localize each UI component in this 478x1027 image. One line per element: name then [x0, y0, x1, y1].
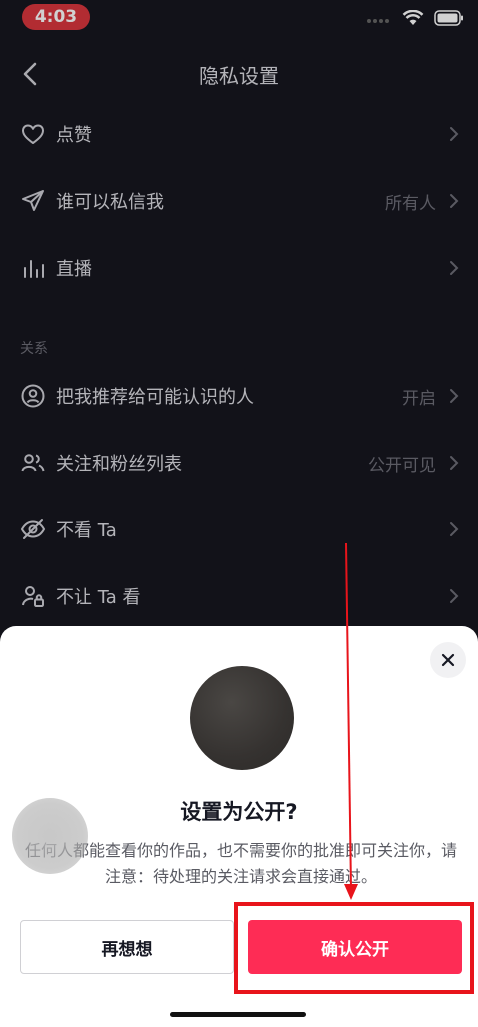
close-button[interactable] — [430, 642, 466, 678]
close-icon — [441, 653, 455, 667]
cancel-button[interactable]: 再想想 — [20, 920, 234, 974]
bottom-sheet-dialog: 设置为公开? 任何人都能查看你的作品，也不需要你的批准即可关注你，请注意：待处理… — [0, 626, 478, 1027]
touch-indicator — [12, 798, 88, 874]
home-indicator — [170, 1012, 306, 1017]
annotation-highlight-box — [234, 902, 474, 994]
illustration-image — [190, 666, 294, 770]
